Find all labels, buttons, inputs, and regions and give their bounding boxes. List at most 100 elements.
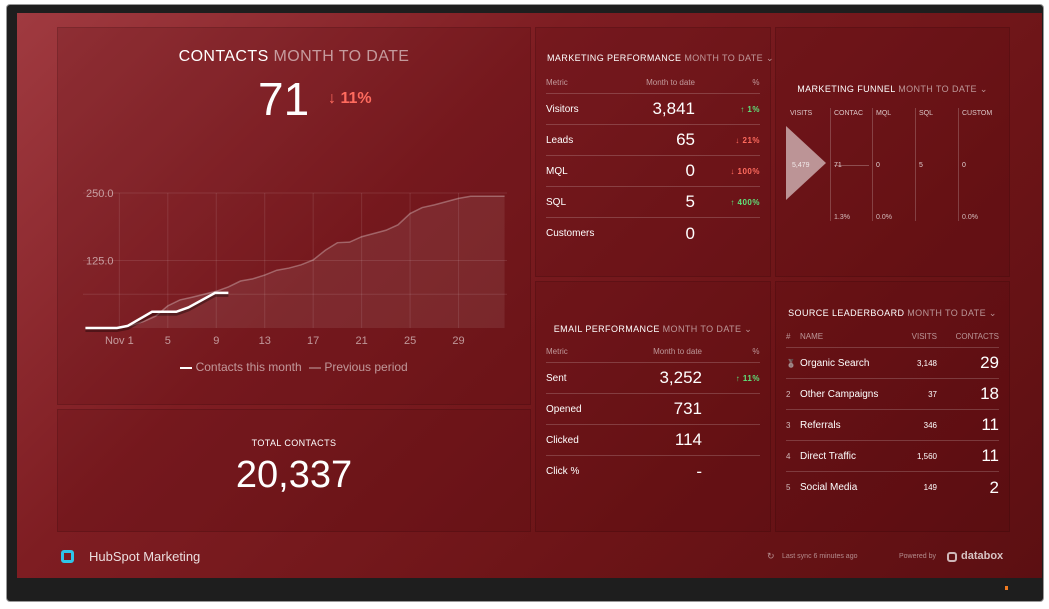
- leaderboard-row[interactable]: 5 Social Media 149 2: [786, 472, 999, 503]
- metric-value: 65: [676, 130, 695, 149]
- metric-change: ↑ 400%: [730, 197, 760, 207]
- metric-change: ↓ 21%: [735, 135, 760, 145]
- databox-logo-icon: [61, 550, 74, 563]
- funnel-stage-label: CUSTOM: [962, 110, 993, 117]
- funnel-stage-label: MQL: [876, 110, 892, 117]
- x-tick-label: 21: [356, 335, 368, 347]
- leaderboard-row[interactable]: 2 Other Campaigns 37 18: [786, 379, 999, 410]
- total-title: TOTAL CONTACTS: [251, 438, 337, 448]
- header-mtd: Month to date: [653, 347, 702, 356]
- chevron-down-icon[interactable]: ⌄: [980, 84, 988, 94]
- table-row[interactable]: Opened 731: [546, 394, 760, 425]
- source-leaderboard-panel[interactable]: SOURCE LEADERBOARD MONTH TO DATE ⌄ # NAME…: [775, 281, 1010, 532]
- metric-label: Customers: [546, 228, 595, 239]
- sync-icon[interactable]: ↻: [767, 551, 775, 562]
- metric-label: SQL: [546, 196, 567, 208]
- funnel-stage-rate: 0.0%: [876, 214, 892, 221]
- chart-legend: Contacts this month Previous period: [58, 360, 530, 374]
- table-row[interactable]: Clicked 114: [546, 425, 760, 456]
- legend-swatch-current: [180, 366, 193, 369]
- header-metric: Metric: [546, 347, 568, 356]
- funnel-connector: [834, 165, 869, 166]
- funnel-stage-rate: 1.3%: [834, 214, 850, 221]
- contacts-panel[interactable]: CONTACTS MONTH TO DATE 71 ↓ 11% Nov 1591…: [57, 27, 531, 405]
- last-sync: Last sync 6 minutes ago: [782, 553, 858, 560]
- y-tick-label: 250.0: [86, 188, 114, 200]
- leaderboard-row[interactable]: 3 Referrals 346 11: [786, 410, 999, 441]
- table-row[interactable]: Leads 65 ↓ 21%: [546, 125, 760, 156]
- x-tick-label: 17: [307, 335, 319, 347]
- dashboard-name[interactable]: HubSpot Marketing: [89, 549, 200, 564]
- metric-label: Click %: [546, 466, 580, 477]
- email-performance-panel[interactable]: EMAIL PERFORMANCE MONTH TO DATE ⌄ Metric…: [535, 281, 771, 532]
- dashboard-screen: CONTACTS MONTH TO DATE 71 ↓ 11% Nov 1591…: [17, 13, 1042, 578]
- source-contacts: 18: [980, 384, 999, 403]
- funnel-divider: [830, 108, 831, 221]
- x-tick-label: 9: [213, 335, 219, 347]
- marketing-title: MARKETING PERFORMANCE MONTH TO DATE ⌄: [547, 53, 774, 63]
- table-row[interactable]: Customers 0: [546, 218, 760, 249]
- legend-swatch-previous: [309, 366, 321, 369]
- metric-value: 731: [673, 399, 702, 418]
- footer: HubSpot Marketing ↻ Last sync 6 minutes …: [17, 540, 1042, 578]
- source-title: SOURCE LEADERBOARD MONTH TO DATE ⌄: [788, 308, 997, 318]
- x-tick-label: 13: [259, 335, 271, 347]
- header-pct: %: [752, 347, 760, 356]
- legend-previous: Previous period: [324, 360, 408, 374]
- tv-frame: CONTACTS MONTH TO DATE 71 ↓ 11% Nov 1591…: [6, 4, 1044, 602]
- source-contacts: 2: [989, 477, 999, 497]
- table-row[interactable]: Sent 3,252 ↑ 11%: [546, 363, 760, 394]
- metric-change: ↓ 100%: [730, 166, 760, 176]
- total-contacts-panel[interactable]: TOTAL CONTACTS 20,337: [57, 409, 531, 532]
- metric-value: 3,252: [659, 368, 702, 387]
- metric-value: 114: [674, 430, 702, 449]
- email-table: Metric Month to date% Sent 3,252 ↑ 11% Opene…: [546, 341, 760, 487]
- table-row[interactable]: Visitors 3,841 ↑ 1%: [546, 94, 760, 125]
- source-visits: 149: [923, 483, 937, 492]
- source-name: Organic Search: [800, 357, 870, 369]
- rank: 3: [786, 420, 791, 430]
- source-visits: 1,560: [916, 451, 937, 461]
- metric-label: Opened: [546, 403, 582, 415]
- header-metric: Metric: [546, 78, 568, 87]
- metric-label: Leads: [546, 134, 574, 146]
- funnel-title: MARKETING FUNNEL MONTH TO DATE ⌄: [797, 84, 988, 94]
- source-contacts: 29: [980, 353, 999, 372]
- source-name: Other Campaigns: [800, 388, 879, 400]
- y-tick-label: 125.0: [86, 256, 114, 268]
- rank: 5: [786, 483, 791, 492]
- source-name: Referrals: [800, 419, 841, 431]
- metric-value: 5: [685, 192, 695, 211]
- funnel-divider: [915, 108, 916, 221]
- chevron-down-icon[interactable]: ⌄: [766, 53, 774, 63]
- source-contacts: 11: [981, 446, 999, 465]
- rank: 2: [786, 389, 791, 399]
- metric-change: ↑ 11%: [735, 373, 760, 383]
- metric-change: ↑ 1%: [740, 104, 760, 114]
- metric-value: 0: [685, 223, 695, 243]
- leaderboard-row[interactable]: 4 Direct Traffic 1,560 11: [786, 441, 999, 472]
- chevron-down-icon[interactable]: ⌄: [744, 324, 752, 334]
- databox-brand-icon: [947, 552, 957, 562]
- table-row[interactable]: SQL 5 ↑ 400%: [546, 187, 760, 218]
- table-row[interactable]: Click % -: [546, 456, 760, 487]
- header-visits: VISITS: [911, 332, 937, 341]
- source-name: Social Media: [800, 482, 858, 493]
- total-value: 20,337: [235, 454, 353, 496]
- contacts-line-chart: Nov 1 5 9 13 17 21 25 29 125.0 250.0: [83, 188, 507, 347]
- header-contacts: CONTACTS: [955, 332, 999, 341]
- marketing-performance-panel[interactable]: MARKETING PERFORMANCE MONTH TO DATE ⌄ Me…: [535, 27, 774, 277]
- funnel-divider: [958, 108, 959, 221]
- powered-by: Powered by: [899, 553, 936, 560]
- rank: 4: [786, 451, 791, 461]
- email-title: EMAIL PERFORMANCE MONTH TO DATE ⌄: [553, 324, 753, 334]
- leaderboard-row[interactable]: 🏅 Organic Search 3,148 29: [786, 348, 999, 379]
- metric-value: -: [696, 461, 702, 481]
- table-row[interactable]: MQL 0 ↓ 100%: [546, 156, 760, 187]
- source-contacts: 11: [981, 415, 999, 434]
- funnel-stage-value: 0: [962, 162, 966, 169]
- chevron-down-icon[interactable]: ⌄: [989, 308, 997, 318]
- marketing-funnel-panel[interactable]: MARKETING FUNNEL MONTH TO DATE ⌄ VISITS 5…: [775, 27, 1010, 277]
- header-mtd: Month to date: [646, 78, 695, 87]
- databox-brand[interactable]: databox: [961, 550, 1003, 562]
